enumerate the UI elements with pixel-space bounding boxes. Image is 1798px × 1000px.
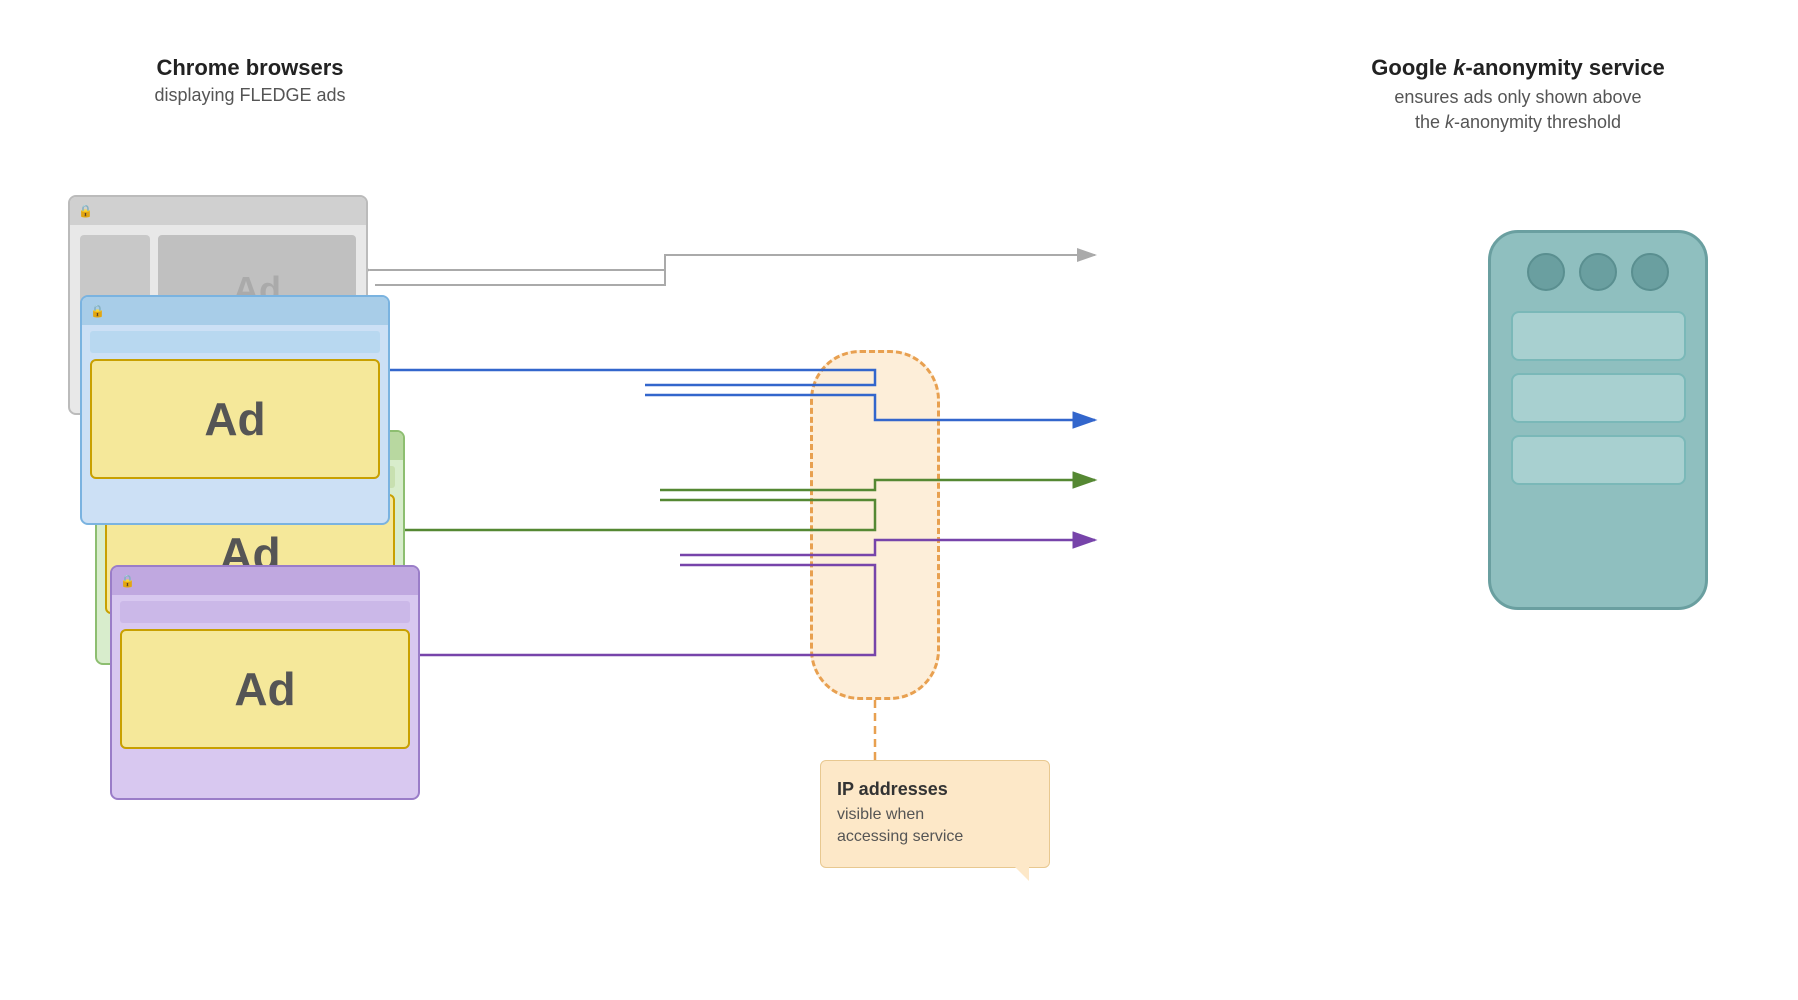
server-circles [1527, 253, 1669, 291]
browser-blue-ad: Ad [90, 359, 380, 479]
ip-address-box: IP addresses visible whenaccessing servi… [820, 760, 1050, 868]
arrow-gray-return [370, 255, 1095, 270]
lock-icon: 🔒 [78, 204, 93, 218]
browser-purple-nav [120, 601, 410, 623]
chrome-label: Chrome browsers displaying FLEDGE ads [90, 55, 410, 106]
server-icon [1488, 230, 1708, 610]
browser-purple: 🔒 Ad [110, 565, 420, 800]
ip-subtitle: visible whenaccessing service [837, 804, 1033, 849]
browser-blue-nav [90, 331, 380, 353]
google-title: Google k-anonymity service [1338, 55, 1698, 81]
google-subtitle: ensures ads only shown abovethe k-anonym… [1338, 85, 1698, 135]
lock-icon-purple: 🔒 [120, 574, 135, 588]
lock-icon-blue: 🔒 [90, 304, 105, 318]
server-bar-1 [1511, 311, 1686, 361]
browser-purple-ad: Ad [120, 629, 410, 749]
arrow-blue-return [390, 370, 875, 385]
google-label: Google k-anonymity service ensures ads o… [1338, 55, 1698, 135]
browser-gray-titlebar: 🔒 [70, 197, 366, 225]
chrome-subtitle: displaying FLEDGE ads [90, 85, 410, 106]
server-circle-3 [1631, 253, 1669, 291]
browser-blue: 🔒 Ad [80, 295, 390, 525]
arrow-purple-return [420, 565, 875, 655]
server-circle-2 [1579, 253, 1617, 291]
ip-title: IP addresses [837, 779, 1033, 800]
server-bar-3 [1511, 435, 1686, 485]
browser-purple-titlebar: 🔒 [112, 567, 418, 595]
server-bar-2 [1511, 373, 1686, 423]
arrow-gray-to-server [375, 255, 1095, 285]
ip-blob [810, 350, 940, 700]
server-circle-1 [1527, 253, 1565, 291]
chrome-title: Chrome browsers [90, 55, 410, 81]
arrow-green-return [405, 500, 875, 530]
browser-blue-titlebar: 🔒 [82, 297, 388, 325]
diagram-container: Chrome browsers displaying FLEDGE ads Go… [0, 0, 1798, 1000]
